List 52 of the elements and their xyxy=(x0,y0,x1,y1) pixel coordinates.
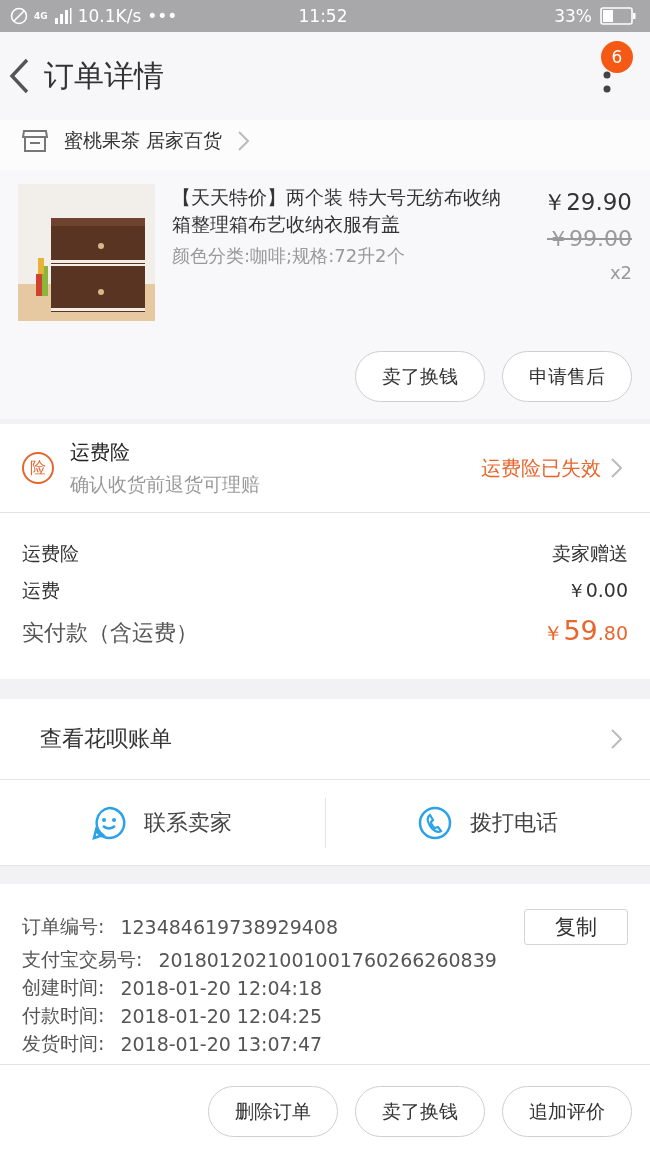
fee-label: 实付款（含运费） xyxy=(22,619,198,647)
notification-badge: 6 xyxy=(601,41,633,73)
fee-label: 运费险 xyxy=(22,541,79,566)
fee-value: 卖家赠送 xyxy=(552,541,628,566)
fee-value: ￥59.80 xyxy=(543,615,628,647)
shop-name[interactable]: 蜜桃果茶 居家百货 xyxy=(64,128,223,154)
chevron-right-icon xyxy=(611,729,622,749)
info-value: 2018012021001001760266260839 xyxy=(158,949,497,971)
chat-face-icon xyxy=(92,805,127,840)
info-value: 2018-01-20 13:07:47 xyxy=(120,1033,323,1055)
more-notifications: ••• xyxy=(147,6,178,26)
more-menu-icon[interactable] xyxy=(601,70,613,94)
network-type: 4G xyxy=(34,11,48,21)
product-spec: 颜色分类:咖啡;规格:72升2个 xyxy=(172,244,406,268)
product-price: ￥29.90 xyxy=(542,188,632,217)
action-button[interactable]: 申请售后 xyxy=(502,351,632,402)
product-title[interactable]: 【天天特价】两个装 特大号无纺布收纳箱整理箱布艺收纳衣服有盖 xyxy=(172,184,505,238)
original-price: ￥99.00 xyxy=(546,225,632,253)
contact-button[interactable]: 联系卖家 xyxy=(0,797,325,848)
insurance-title: 运费险 xyxy=(70,438,131,466)
battery-icon xyxy=(600,7,636,25)
quantity: x2 xyxy=(608,262,632,283)
info-label: 发货时间: xyxy=(22,1031,105,1056)
battery-percent: 33% xyxy=(554,6,592,26)
network-speed: 10.1K/s xyxy=(77,6,142,26)
info-value: 2018-01-20 12:04:18 xyxy=(120,977,323,999)
page-title: 订单详情 xyxy=(44,56,164,95)
huabei-bill-link[interactable]: 查看花呗账单 xyxy=(40,724,172,754)
info-label: 付款时间: xyxy=(22,1003,105,1028)
insurance-icon: 险 xyxy=(22,452,54,484)
insurance-subtitle: 确认收货前退货可理赔 xyxy=(70,471,261,497)
copy-button[interactable]: 复制 xyxy=(524,909,628,945)
fee-value: ￥0.00 xyxy=(566,578,628,603)
info-value: 123484619738929408 xyxy=(120,916,338,938)
phone-icon xyxy=(417,805,452,840)
info-label: 支付宝交易号: xyxy=(22,947,143,972)
signal-icon xyxy=(53,8,72,24)
action-button[interactable]: 追加评价 xyxy=(502,1086,632,1137)
chevron-right-icon xyxy=(238,131,250,151)
info-label: 创建时间: xyxy=(22,975,105,1000)
action-button[interactable]: 卖了换钱 xyxy=(355,351,485,402)
contact-button[interactable]: 拨打电话 xyxy=(325,797,650,848)
store-icon xyxy=(22,129,48,153)
action-button[interactable]: 删除订单 xyxy=(208,1086,338,1137)
info-label: 订单编号: xyxy=(22,914,105,939)
clock: 11:52 xyxy=(298,6,348,26)
do-not-disturb-icon xyxy=(10,7,28,25)
info-value: 2018-01-20 12:04:25 xyxy=(120,1005,323,1027)
chevron-right-icon xyxy=(611,458,622,478)
action-button[interactable]: 卖了换钱 xyxy=(355,1086,485,1137)
back-icon[interactable] xyxy=(8,58,30,94)
fee-label: 运费 xyxy=(22,578,60,603)
